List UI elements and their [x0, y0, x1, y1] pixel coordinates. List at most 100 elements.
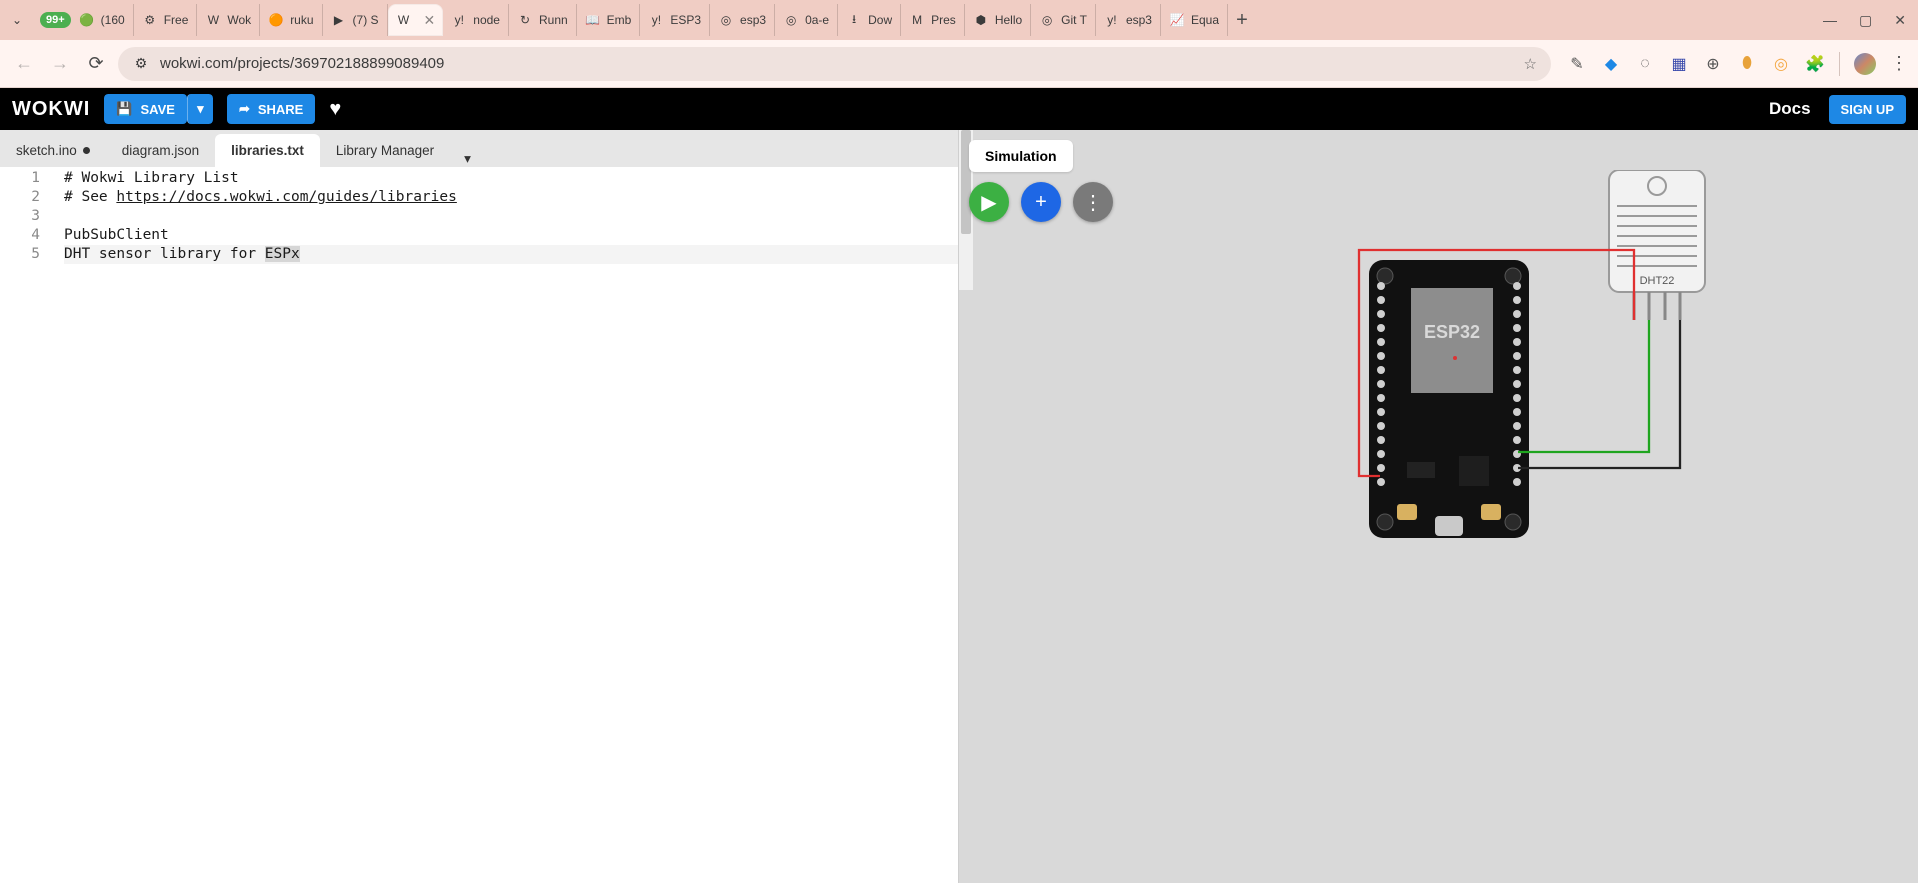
nav-forward[interactable]: → — [46, 50, 74, 78]
tab-title: (7) S — [353, 13, 379, 27]
address-bar-row: ← → ⟳ ⚙ wokwi.com/projects/3697021888990… — [0, 40, 1918, 88]
tab-title: ruku — [290, 13, 313, 27]
browser-tab[interactable]: ◎esp3 — [710, 4, 775, 36]
window-minimize[interactable]: — — [1823, 12, 1837, 28]
ext-icon-7[interactable]: ◎ — [1771, 54, 1791, 74]
browser-tab[interactable]: ⚙Free — [134, 4, 198, 36]
tab-search-button[interactable]: ⌄ — [6, 9, 28, 31]
play-button[interactable]: ▶ — [969, 182, 1009, 222]
tab-diagram-label: diagram.json — [122, 143, 199, 158]
site-info-icon[interactable]: ⚙ — [132, 55, 150, 73]
tab-title: Emb — [607, 13, 632, 27]
tab-title: Dow — [868, 13, 892, 27]
wokwi-logo[interactable]: WOKWI — [12, 98, 90, 121]
editor-tab-bar: sketch.ino diagram.json libraries.txt Li… — [0, 130, 958, 167]
share-button[interactable]: ➦ SHARE — [227, 94, 315, 124]
sim-controls: ▶ + ⋮ — [969, 182, 1113, 222]
ext-icon-2[interactable]: ◆ — [1601, 54, 1621, 74]
circuit-canvas[interactable]: DHT22 ESP32 — [1159, 170, 1719, 590]
code-area[interactable]: # Wokwi Library List# See https://docs.w… — [52, 167, 958, 883]
window-close[interactable]: ✕ — [1894, 12, 1906, 29]
omnibox[interactable]: ⚙ wokwi.com/projects/369702188899089409 … — [118, 47, 1551, 81]
tab-diagram[interactable]: diagram.json — [106, 134, 215, 167]
window-maximize[interactable]: ▢ — [1859, 12, 1872, 29]
browser-tab[interactable]: ⭳ Dow — [838, 4, 901, 36]
simulation-tab[interactable]: Simulation — [969, 140, 1073, 172]
dht22-component[interactable]: DHT22 — [1609, 170, 1705, 320]
code-line[interactable]: # Wokwi Library List — [64, 169, 958, 188]
code-line[interactable]: PubSubClient — [64, 226, 958, 245]
save-dropdown[interactable]: ▾ — [187, 94, 213, 124]
tab-library-manager[interactable]: Library Manager — [320, 134, 450, 167]
esp32-label: ESP32 — [1424, 322, 1480, 342]
wire-gnd[interactable] — [1518, 320, 1680, 468]
favicon: ⭳ — [846, 12, 862, 28]
nav-reload[interactable]: ⟳ — [82, 50, 110, 78]
ext-badge[interactable]: 99+ — [40, 12, 71, 28]
ext-icon-6[interactable]: ⬮ — [1737, 54, 1757, 74]
browser-tab-strip: ⌄ 99+ 🟢(160⚙FreeWWok🟠ruku▶(7) SW✕y!node↻… — [0, 0, 1918, 40]
url-text: wokwi.com/projects/369702188899089409 — [160, 55, 1514, 72]
tab-overflow-menu[interactable]: ▾ — [450, 151, 485, 167]
code-line[interactable]: DHT sensor library for ESPx — [64, 245, 958, 264]
favicon: M — [909, 12, 925, 28]
browser-tab[interactable]: y!ESP3 — [640, 4, 710, 36]
new-tab-button[interactable]: + — [1228, 9, 1256, 32]
tab-libraries-label: libraries.txt — [231, 143, 304, 158]
favicon: 📈 — [1169, 12, 1185, 28]
bookmark-star-icon[interactable]: ☆ — [1524, 55, 1537, 73]
browser-tab[interactable]: y!node — [443, 4, 509, 36]
tab-sketch[interactable]: sketch.ino — [0, 134, 106, 167]
code-line[interactable]: # See https://docs.wokwi.com/guides/libr… — [64, 188, 958, 207]
tab-title: Free — [164, 13, 189, 27]
browser-tab[interactable]: 📖Emb — [577, 4, 641, 36]
browser-tab[interactable]: W✕ — [388, 4, 444, 36]
tab-title: Git T — [1061, 13, 1087, 27]
favicon: ◎ — [783, 12, 799, 28]
browser-tab[interactable]: M Pres — [901, 4, 965, 36]
close-icon[interactable]: ✕ — [424, 12, 436, 29]
favicon: y! — [1104, 12, 1120, 28]
ext-icon-3[interactable]: ◌ — [1635, 54, 1655, 74]
browser-tab[interactable]: 🟢(160 — [71, 4, 134, 36]
browser-tab[interactable]: 📈Equa — [1161, 4, 1228, 36]
favicon: ⬢ — [973, 12, 989, 28]
browser-tab[interactable]: ▶(7) S — [323, 4, 388, 36]
browser-tab[interactable]: 🟠ruku — [260, 4, 322, 36]
docs-link[interactable]: Docs — [1769, 99, 1811, 119]
favicon: ◎ — [1039, 12, 1055, 28]
dht22-label: DHT22 — [1640, 275, 1675, 287]
ext-icon-5[interactable]: ⊕ — [1703, 54, 1723, 74]
code-editor[interactable]: 12345 # Wokwi Library List# See https://… — [0, 167, 958, 883]
browser-menu[interactable]: ⋮ — [1890, 53, 1908, 74]
tab-title: esp3 — [740, 13, 766, 27]
tab-sketch-label: sketch.ino — [16, 143, 77, 158]
app-header: WOKWI 💾 SAVE ▾ ➦ SHARE ♥ Docs SIGN UP — [0, 88, 1918, 130]
add-part-button[interactable]: + — [1021, 182, 1061, 222]
browser-tab[interactable]: ◎ Git T — [1031, 4, 1096, 36]
browser-tab[interactable]: ↻Runn — [509, 4, 577, 36]
play-icon: ▶ — [981, 190, 996, 215]
browser-tab[interactable]: y!esp3 — [1096, 4, 1161, 36]
code-line[interactable] — [64, 207, 958, 226]
ext-icon-1[interactable]: ✎ — [1567, 54, 1587, 74]
tab-libraries[interactable]: libraries.txt — [215, 134, 320, 167]
save-button[interactable]: 💾 SAVE — [104, 94, 187, 124]
ext-icon-4[interactable]: ▦ — [1669, 54, 1689, 74]
sim-more-button[interactable]: ⋮ — [1073, 182, 1113, 222]
signup-button[interactable]: SIGN UP — [1829, 95, 1906, 124]
favicon: 🟢 — [79, 12, 95, 28]
tab-title: Pres — [931, 13, 956, 27]
browser-tab[interactable]: WWok — [197, 4, 260, 36]
wire-data[interactable] — [1518, 320, 1649, 452]
extensions-icon[interactable]: 🧩 — [1805, 54, 1825, 74]
favicon: W — [396, 12, 412, 28]
browser-tab[interactable]: ⬢Hello — [965, 4, 1031, 36]
browser-tab[interactable]: ◎0a-e — [775, 4, 838, 36]
nav-back[interactable]: ← — [10, 50, 38, 78]
wokwi-app: WOKWI 💾 SAVE ▾ ➦ SHARE ♥ Docs SIGN UP sk… — [0, 88, 1918, 883]
like-button[interactable]: ♥ — [329, 98, 341, 121]
profile-avatar[interactable] — [1854, 53, 1876, 75]
esp32-component[interactable]: ESP32 — [1369, 260, 1529, 538]
doc-link[interactable]: https://docs.wokwi.com/guides/libraries — [116, 189, 456, 205]
